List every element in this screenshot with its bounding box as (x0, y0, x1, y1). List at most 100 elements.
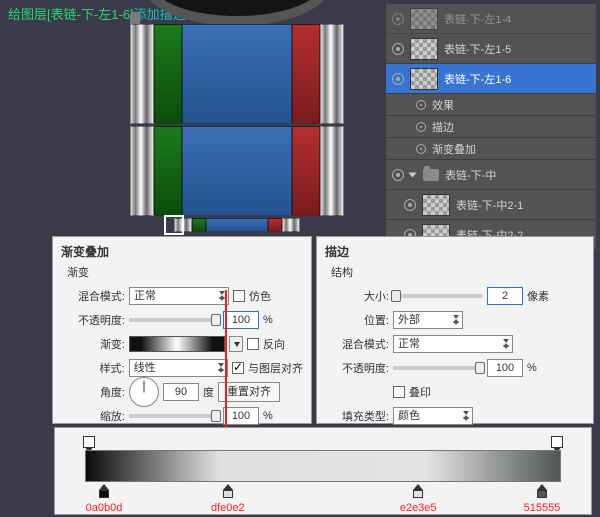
layer-label: 表链-下-左1-5 (444, 41, 511, 57)
opacity-input[interactable]: 100 (223, 311, 259, 329)
opacity-label: 不透明度: (331, 360, 389, 376)
layer-row-selected[interactable]: 表链-下-左1-6 (386, 64, 596, 94)
layer-row[interactable]: 表链-下-左1-5 (386, 34, 596, 64)
opacity-stop[interactable] (83, 436, 95, 448)
opacity-stop[interactable] (551, 436, 563, 448)
section-label: 渐变 (67, 264, 303, 280)
strap-blue (182, 126, 292, 216)
style-label: 样式: (67, 360, 125, 376)
blend-mode-select[interactable]: 正常 (129, 287, 229, 305)
opacity-input[interactable]: 100 (487, 359, 523, 377)
align-checkbox[interactable] (232, 362, 244, 374)
layer-label: 表链-下-左1-4 (444, 11, 511, 27)
scale-slider[interactable] (129, 414, 219, 418)
pct-label: % (527, 362, 537, 374)
visibility-toggle[interactable] (392, 169, 404, 181)
layer-fx-heading[interactable]: 效果 (386, 94, 596, 116)
reset-align-button[interactable]: 重置对齐 (218, 382, 280, 402)
visibility-toggle[interactable] (404, 199, 416, 211)
layer-thumb (410, 8, 438, 30)
fx-grad-label: 渐变叠加 (432, 141, 476, 157)
strap-red (292, 24, 320, 124)
align-label: 与图层对齐 (248, 360, 303, 376)
gradient-bar[interactable] (85, 450, 561, 482)
layer-fx-gradient[interactable]: 渐变叠加 (386, 138, 596, 160)
strap-segment-row (130, 126, 344, 216)
layer-group-row[interactable]: 表链-下-中 (386, 160, 596, 190)
canvas-preview (104, 0, 374, 234)
dither-checkbox[interactable] (233, 290, 245, 302)
strap-silver-left (130, 24, 154, 124)
visibility-toggle[interactable] (416, 144, 426, 154)
annotation-arrow (225, 290, 227, 440)
strap-silver-left (130, 126, 154, 216)
fx-stroke-label: 描边 (432, 119, 454, 135)
position-select[interactable]: 外部 (393, 311, 463, 329)
section-label: 结构 (331, 264, 585, 280)
strap-silver-right (320, 24, 344, 124)
angle-label: 角度: (67, 384, 125, 400)
fx-label: 效果 (432, 97, 454, 113)
layer-label: 表链-下-左1-6 (444, 71, 511, 87)
blend-mode-select[interactable]: 正常 (393, 335, 513, 353)
angle-dial[interactable] (129, 377, 159, 407)
blend-mode-label: 混合模式: (331, 336, 389, 352)
angle-input[interactable]: 90 (163, 383, 199, 401)
dither-label: 仿色 (249, 288, 271, 304)
position-label: 位置: (331, 312, 389, 328)
layers-panel: 表链-下-左1-4 表链-下-左1-5 表链-下-左1-6 效果 描边 渐变叠加… (386, 4, 596, 250)
color-stop[interactable]: 0a0b0d (98, 484, 110, 498)
visibility-toggle[interactable] (416, 100, 426, 110)
opacity-slider[interactable] (129, 318, 219, 322)
visibility-toggle[interactable] (392, 73, 404, 85)
color-stop[interactable]: e2e3e5 (412, 484, 424, 498)
fill-type-select[interactable]: 颜色 (393, 407, 473, 425)
size-input[interactable]: 2 (487, 287, 523, 305)
selection-highlight (164, 215, 184, 235)
size-slider[interactable] (393, 294, 483, 298)
color-stop-hex: e2e3e5 (400, 502, 437, 514)
opacity-label: 不透明度: (67, 312, 125, 328)
layer-row[interactable]: 表链-下-中2-1 (386, 190, 596, 220)
strap-red (268, 218, 282, 232)
visibility-toggle[interactable] (392, 43, 404, 55)
scale-label: 缩放: (67, 408, 125, 424)
strap-green (154, 126, 182, 216)
strap-silver-right (282, 218, 300, 232)
strap-red (292, 126, 320, 216)
strap-green (192, 218, 206, 232)
overprint-checkbox[interactable] (393, 386, 405, 398)
scale-input[interactable]: 100 (223, 407, 259, 425)
gradient-overlay-panel: 渐变叠加 渐变 混合模式: 正常 仿色 不透明度: 100 % 渐变: 反向 样… (52, 236, 312, 424)
gradient-preview[interactable] (129, 336, 225, 352)
color-stop[interactable]: dfe0e2 (222, 484, 234, 498)
reverse-checkbox[interactable] (247, 338, 259, 350)
layer-fx-stroke[interactable]: 描边 (386, 116, 596, 138)
disclosure-triangle-icon[interactable] (409, 172, 417, 177)
strap-green (154, 24, 182, 124)
color-stop-hex: 515555 (524, 502, 561, 514)
gradient-label: 渐变: (67, 336, 125, 352)
strap-segment-row (130, 24, 344, 124)
size-label: 大小: (331, 288, 389, 304)
panel-heading: 描边 (325, 243, 585, 260)
angle-unit: 度 (203, 384, 214, 400)
strap-blue (182, 24, 292, 124)
visibility-toggle[interactable] (392, 13, 404, 25)
color-stop-hex: 0a0b0d (86, 502, 123, 514)
visibility-toggle[interactable] (416, 122, 426, 132)
layer-thumb (422, 194, 450, 216)
layer-row[interactable]: 表链-下-左1-4 (386, 4, 596, 34)
pct-label: % (263, 410, 273, 422)
fill-type-label: 填充类型: (331, 408, 389, 424)
layer-label: 表链-下-中 (445, 167, 496, 183)
opacity-slider[interactable] (393, 366, 483, 370)
pct-label: % (263, 314, 273, 326)
style-select[interactable]: 线性 (129, 359, 228, 377)
layer-thumb (410, 38, 438, 60)
gradient-dropdown[interactable] (229, 336, 243, 352)
color-stop[interactable]: 515555 (536, 484, 548, 498)
watch-face (142, 0, 332, 26)
gradient-editor: 0a0b0d dfe0e2 e2e3e5 515555 (54, 427, 592, 515)
stroke-panel: 描边 结构 大小: 2 像素 位置: 外部 混合模式: 正常 不透明度: 100… (316, 236, 594, 424)
